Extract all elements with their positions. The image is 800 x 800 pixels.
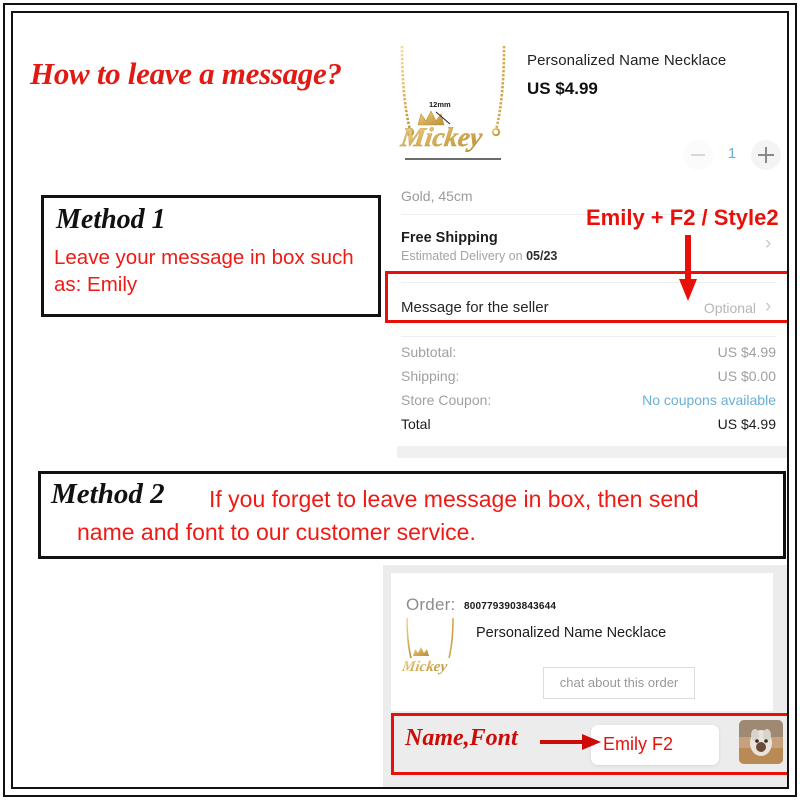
quantity-value: 1 bbox=[727, 145, 737, 162]
table-row: Total US $4.99 bbox=[383, 416, 787, 440]
panel-bottom-bar bbox=[397, 446, 787, 458]
order-product-title: Personalized Name Necklace bbox=[476, 625, 667, 641]
method-1-text: Leave your message in box such as: Emily bbox=[54, 246, 354, 296]
method-1-callout: Method 1 Leave your message in box such … bbox=[41, 195, 381, 317]
message-row-highlight bbox=[385, 271, 787, 323]
shipping-estimate-date: 05/23 bbox=[526, 249, 558, 263]
order-label: Order: bbox=[406, 595, 456, 614]
product-variant: Gold, 45cm bbox=[401, 188, 473, 204]
method-1-label: Method 1 bbox=[56, 204, 166, 235]
red-arrow-right-icon bbox=[540, 734, 602, 750]
method-2-text-line-1: If you forget to leave message in box, t… bbox=[209, 486, 699, 512]
inner-frame-border: How to leave a message? Mickey 12mm Pers… bbox=[11, 11, 789, 789]
store-coupon-link[interactable]: No coupons available bbox=[642, 392, 776, 408]
shipping-method-title: Free Shipping bbox=[401, 230, 498, 246]
total-key: Subtotal: bbox=[401, 344, 457, 360]
method-2-label: Method 2 bbox=[51, 478, 165, 510]
chat-about-this-order-button[interactable]: chat about this order bbox=[543, 667, 695, 699]
red-arrow-down-icon bbox=[679, 235, 697, 301]
annotation-emily-style: Emily + F2 / Style2 bbox=[586, 205, 779, 230]
shipping-estimate-prefix: Estimated Delivery on bbox=[401, 249, 527, 263]
product-title: Personalized Name Necklace bbox=[527, 52, 727, 69]
total-value: US $0.00 bbox=[717, 368, 776, 384]
page-title: How to leave a message? bbox=[30, 56, 342, 91]
divider bbox=[401, 336, 776, 337]
total-key: Shipping: bbox=[401, 368, 460, 384]
order-number: 8007793903843644 bbox=[464, 601, 557, 612]
order-totals: Subtotal: US $4.99 Shipping: US $0.00 St… bbox=[383, 344, 787, 440]
table-row: Shipping: US $0.00 bbox=[383, 368, 787, 392]
product-image-necklace: Mickey 12mm bbox=[388, 46, 518, 181]
quantity-stepper[interactable]: 1 bbox=[683, 136, 783, 174]
order-product-thumbnail: Mickey bbox=[400, 617, 461, 680]
dimension-label: 12mm bbox=[429, 100, 451, 109]
poster-root: How to leave a message? Mickey 12mm Pers… bbox=[0, 0, 800, 800]
table-row: Subtotal: US $4.99 bbox=[383, 344, 787, 368]
annotation-name-font: Name,Font bbox=[405, 725, 518, 751]
minus-icon[interactable] bbox=[683, 140, 713, 170]
chevron-right-icon[interactable]: › bbox=[765, 233, 771, 255]
total-value: US $4.99 bbox=[717, 416, 776, 432]
table-row: Store Coupon: No coupons available bbox=[383, 392, 787, 416]
svg-text:Mickey: Mickey bbox=[398, 122, 485, 152]
total-key: Total bbox=[401, 416, 431, 432]
shipping-estimate: Estimated Delivery on 05/23 bbox=[401, 249, 557, 263]
method-2-callout: Method 2 If you forget to leave message … bbox=[38, 471, 786, 559]
method-2-text-line-2: name and font to our customer service. bbox=[77, 519, 476, 545]
product-price: US $4.99 bbox=[527, 79, 598, 98]
checkout-screenshot-panel: Mickey 12mm Personalized Name Necklace U… bbox=[383, 26, 787, 458]
total-key: Store Coupon: bbox=[401, 392, 492, 408]
svg-text:Mickey: Mickey bbox=[401, 659, 448, 675]
plus-icon[interactable] bbox=[751, 140, 781, 170]
order-card: Order: 8007793903843644 Mickey Personali… bbox=[391, 573, 773, 711]
total-value: US $4.99 bbox=[717, 344, 776, 360]
